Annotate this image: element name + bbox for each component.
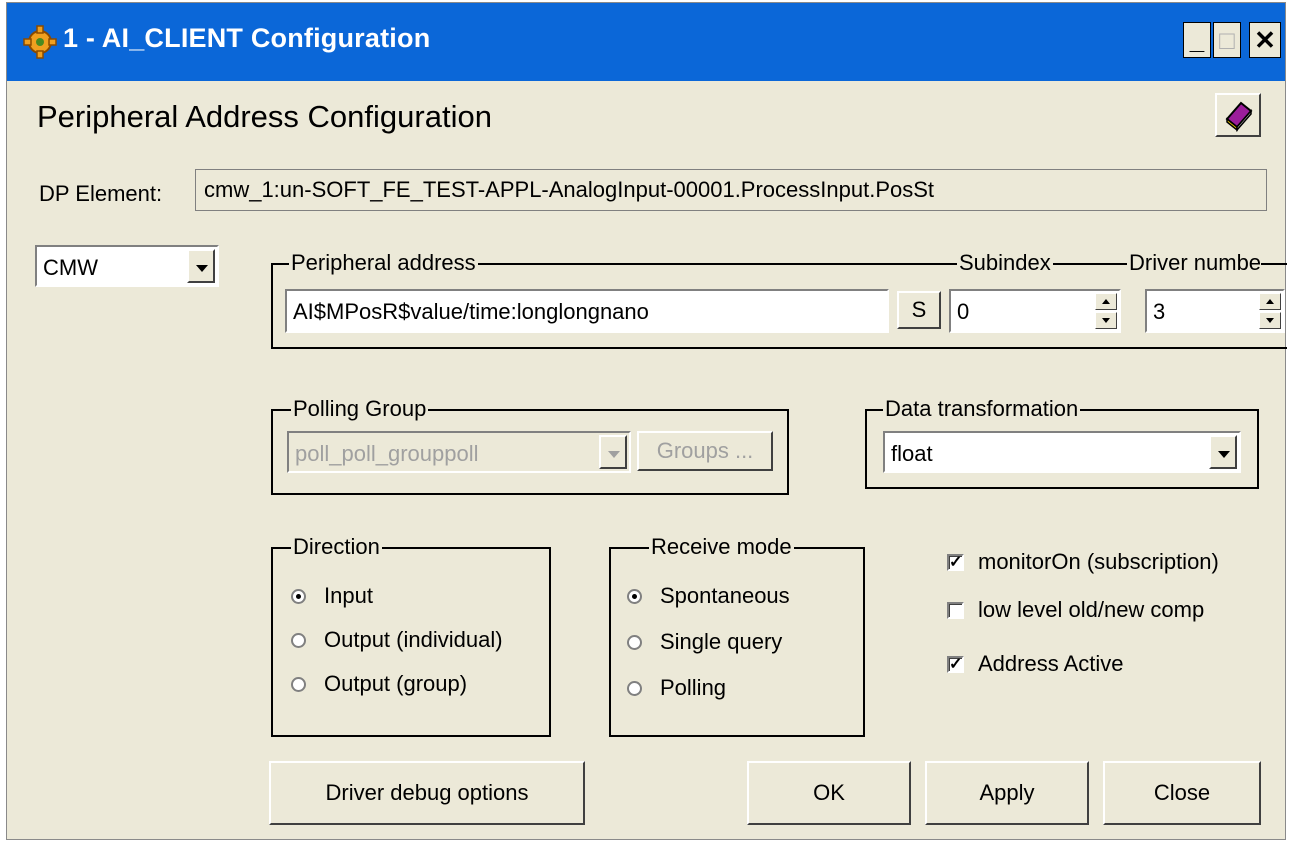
dp-element-label: DP Element: [39, 181, 163, 206]
driver-number-down-icon[interactable] [1259, 312, 1281, 329]
driver-debug-options-button[interactable]: Driver debug options [269, 761, 585, 825]
receive-spontaneous-radio[interactable]: Spontaneous [627, 583, 790, 609]
apply-button[interactable]: Apply [925, 761, 1089, 825]
subindex-stepper[interactable]: 0 [949, 289, 1121, 333]
radio-selected-icon[interactable] [291, 588, 306, 604]
ok-button[interactable]: OK [747, 761, 911, 825]
radio-label: Single query [660, 629, 783, 654]
low-level-comp-checkbox[interactable]: low level old/new comp [947, 597, 1204, 623]
monitor-on-checkbox[interactable]: ✓ monitorOn (subscription) [947, 549, 1219, 575]
radio-label: Polling [660, 675, 727, 700]
radio-icon[interactable] [627, 680, 642, 696]
radio-selected-icon[interactable] [627, 588, 642, 604]
peripheral-address-input[interactable]: AI$MPosR$value/time:longlongnano [285, 289, 889, 333]
title-bar[interactable]: 1 - AI_CLIENT Configuration _ □ ✕ [7, 3, 1285, 81]
radio-label: Output (individual) [324, 627, 503, 652]
direction-output-group-radio[interactable]: Output (group) [291, 671, 467, 697]
driver-type-select[interactable]: CMW [35, 245, 219, 287]
driver-number-up-icon[interactable] [1259, 293, 1281, 310]
checkmark-icon[interactable]: ✓ [947, 553, 964, 571]
minimize-button[interactable]: _ [1183, 22, 1211, 58]
driver-type-value: CMW [43, 255, 98, 280]
subindex-value: 0 [957, 299, 970, 324]
minimize-icon: _ [1189, 25, 1205, 55]
checkbox-label: low level old/new comp [978, 597, 1205, 622]
window-title: 1 - AI_CLIENT Configuration [63, 23, 431, 53]
close-button[interactable]: Close [1103, 761, 1261, 825]
checkbox-empty-icon[interactable] [947, 601, 964, 619]
chevron-down-icon[interactable] [1209, 435, 1237, 469]
checkbox-label: Address Active [978, 651, 1124, 676]
peripheral-address-label: Peripheral address [289, 250, 478, 276]
chevron-down-icon [599, 435, 627, 469]
page-title: Peripheral Address Configuration [37, 99, 492, 134]
radio-label: Input [324, 583, 373, 608]
checkmark-icon[interactable]: ✓ [947, 655, 964, 673]
close-window-button[interactable]: ✕ [1249, 22, 1281, 58]
radio-icon[interactable] [291, 632, 306, 648]
radio-label: Spontaneous [660, 583, 790, 608]
chevron-down-icon[interactable] [187, 249, 215, 283]
maximize-icon: □ [1219, 25, 1235, 55]
config-window: 1 - AI_CLIENT Configuration _ □ ✕ Periph… [6, 2, 1287, 840]
radio-label: Output (group) [324, 671, 468, 696]
driver-number-label: Driver numbe [1127, 250, 1262, 276]
direction-output-individual-radio[interactable]: Output (individual) [291, 627, 503, 653]
data-transformation-select[interactable]: float [883, 431, 1241, 473]
data-transformation-label: Data transformation [883, 396, 1081, 422]
data-transformation-value: float [891, 441, 933, 466]
receive-single-query-radio[interactable]: Single query [627, 629, 782, 655]
help-book-icon [1225, 101, 1253, 132]
maximize-button[interactable]: □ [1213, 22, 1241, 58]
gear-icon [23, 25, 57, 59]
close-icon: ✕ [1254, 25, 1276, 55]
direction-label: Direction [291, 534, 382, 560]
s-button[interactable]: S [897, 291, 941, 329]
subindex-label: Subindex [957, 250, 1053, 276]
checkbox-label: monitorOn (subscription) [978, 549, 1219, 574]
help-button[interactable] [1215, 93, 1261, 137]
driver-number-value: 3 [1153, 299, 1166, 324]
polling-group-label: Polling Group [291, 396, 429, 422]
address-active-checkbox[interactable]: ✓ Address Active [947, 651, 1124, 677]
subindex-up-icon[interactable] [1095, 293, 1117, 310]
receive-polling-radio[interactable]: Polling [627, 675, 726, 701]
polling-group-select: poll_poll_grouppoll [287, 431, 631, 473]
dp-element-field: cmw_1:un-SOFT_FE_TEST-APPL-AnalogInput-0… [195, 169, 1267, 211]
driver-number-stepper[interactable]: 3 [1145, 289, 1285, 333]
polling-group-value: poll_poll_grouppoll [295, 441, 479, 466]
subindex-down-icon[interactable] [1095, 312, 1117, 329]
radio-icon[interactable] [291, 676, 306, 692]
groups-button: Groups ... [637, 431, 773, 471]
receive-mode-label: Receive mode [649, 534, 794, 560]
radio-icon[interactable] [627, 634, 642, 650]
direction-input-radio[interactable]: Input [291, 583, 373, 609]
